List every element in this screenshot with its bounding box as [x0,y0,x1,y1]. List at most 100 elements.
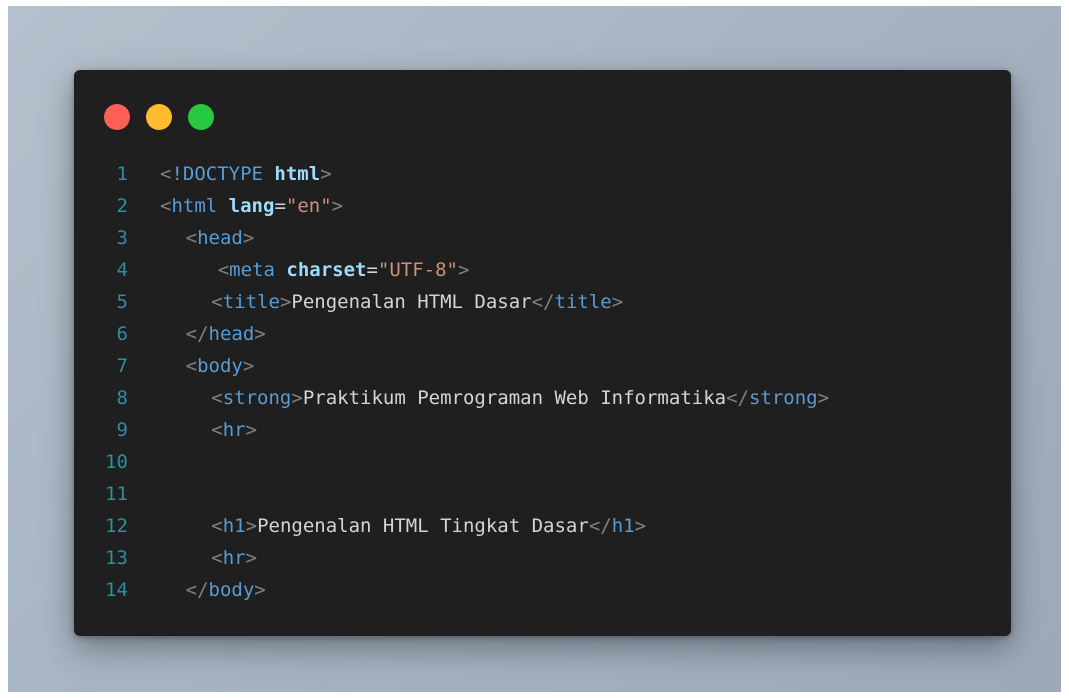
code-token: = [274,195,286,217]
line-number: 4 [116,259,128,281]
line-number: 10 [105,451,128,473]
code-token: hr [222,547,246,569]
line-content: <head> [186,222,255,254]
code-token: = [366,259,378,281]
code-token: > [242,355,255,377]
code-token: strong [748,387,818,409]
code-token: title [222,291,280,313]
code-line[interactable]: 7 <body> [74,350,1011,382]
line-number: 12 [105,515,128,537]
code-token: html [274,163,321,185]
code-token: </ [185,323,209,345]
line-content: <body> [186,350,255,382]
code-token: h1 [222,515,246,537]
code-token: !DOCTYPE [171,163,263,185]
code-token: < [160,195,172,217]
line-number: 1 [116,163,128,185]
code-token: > [242,227,255,249]
code-line[interactable]: 12 <h1>Pengenalan HTML Tingkat Dasar</h1> [74,510,1011,542]
code-line[interactable]: 10 [74,446,1011,478]
line-number: 9 [116,419,128,441]
code-token: Praktikum Pemrograman Web Informatika [302,387,727,409]
code-token: </ [531,291,555,313]
code-line[interactable]: 1 <!DOCTYPE html> [74,158,1011,190]
line-content: <title>Pengenalan HTML Dasar</title> [211,286,623,318]
code-token: title [554,291,612,313]
line-number: 6 [116,323,128,345]
code-token: < [160,163,172,185]
code-token: > [457,259,470,281]
code-editor-window: 1 <!DOCTYPE html> 2 <html lang="en"> 3 <head>… [74,70,1011,636]
code-token: > [611,291,624,313]
line-content: </head> [186,318,266,350]
code-token: </ [726,387,749,409]
code-token: Pengenalan HTML Tingkat Dasar [257,515,589,537]
line-number: 8 [116,387,128,409]
code-token: </ [588,515,612,537]
code-token: > [331,195,344,217]
code-line[interactable]: 11 [74,478,1011,510]
code-token: > [291,387,303,409]
code-token: > [254,579,266,601]
code-token: head [208,323,255,345]
code-token: > [245,515,258,537]
code-token: < [185,227,198,249]
code-token: > [320,163,332,185]
code-line[interactable]: 2 <html lang="en"> [74,190,1011,222]
code-token: < [211,515,223,537]
line-content: <html lang="en"> [160,190,343,222]
line-content: <meta charset="UTF-8"> [218,254,470,286]
code-token: < [211,547,223,569]
code-token: "en" [285,195,332,217]
code-line[interactable]: 4 <meta charset="UTF-8"> [74,254,1011,286]
line-number: 3 [116,227,128,249]
line-number: 2 [116,195,128,217]
maximize-dot-icon[interactable] [188,104,214,130]
code-token: </ [185,579,209,601]
code-token: < [211,419,223,441]
code-token: hr [222,419,246,441]
line-number: 5 [116,291,128,313]
code-token: > [245,547,258,569]
close-dot-icon[interactable] [104,104,130,130]
code-line[interactable]: 5 <title>Pengenalan HTML Dasar</title> [74,286,1011,318]
line-content: <h1>Pengenalan HTML Tingkat Dasar</h1> [211,510,646,542]
code-token: meta [229,259,275,281]
code-token: Pengenalan HTML Dasar [291,291,532,313]
code-token: < [211,387,223,409]
code-block: 1 <!DOCTYPE html> 2 <html lang="en"> 3 <head>… [74,158,1011,606]
code-token: body [208,579,255,601]
line-content: <strong>Praktikum Pemrograman Web Inform… [211,382,829,414]
code-line[interactable]: 14 </body> [74,574,1011,606]
code-line[interactable]: 8 <strong>Praktikum Pemrograman Web Infor… [74,382,1011,414]
code-line[interactable]: 3 <head> [74,222,1011,254]
code-token: "UTF-8" [377,259,458,281]
code-token: h1 [611,515,635,537]
code-token: < [211,291,223,313]
code-token: < [217,259,230,281]
line-content: <!DOCTYPE html> [160,158,332,190]
line-content: </body> [186,574,266,606]
code-token: > [254,323,266,345]
minimize-dot-icon[interactable] [146,104,172,130]
line-number: 13 [105,547,128,569]
code-line[interactable]: 9 <hr> [74,414,1011,446]
code-token: strong [222,387,292,409]
code-token: > [817,387,830,409]
code-line[interactable]: 13 <hr> [74,542,1011,574]
code-token: body [197,355,243,377]
line-content: <hr> [211,542,257,574]
code-line[interactable]: 6 </head> [74,318,1011,350]
window-controls [104,104,214,130]
line-number: 11 [105,483,128,505]
code-token: > [634,515,647,537]
code-token: html [171,195,218,217]
code-token: > [245,419,258,441]
code-token: < [185,355,198,377]
line-number: 14 [105,579,128,601]
line-number: 7 [116,355,128,377]
code-token: lang [228,195,275,217]
